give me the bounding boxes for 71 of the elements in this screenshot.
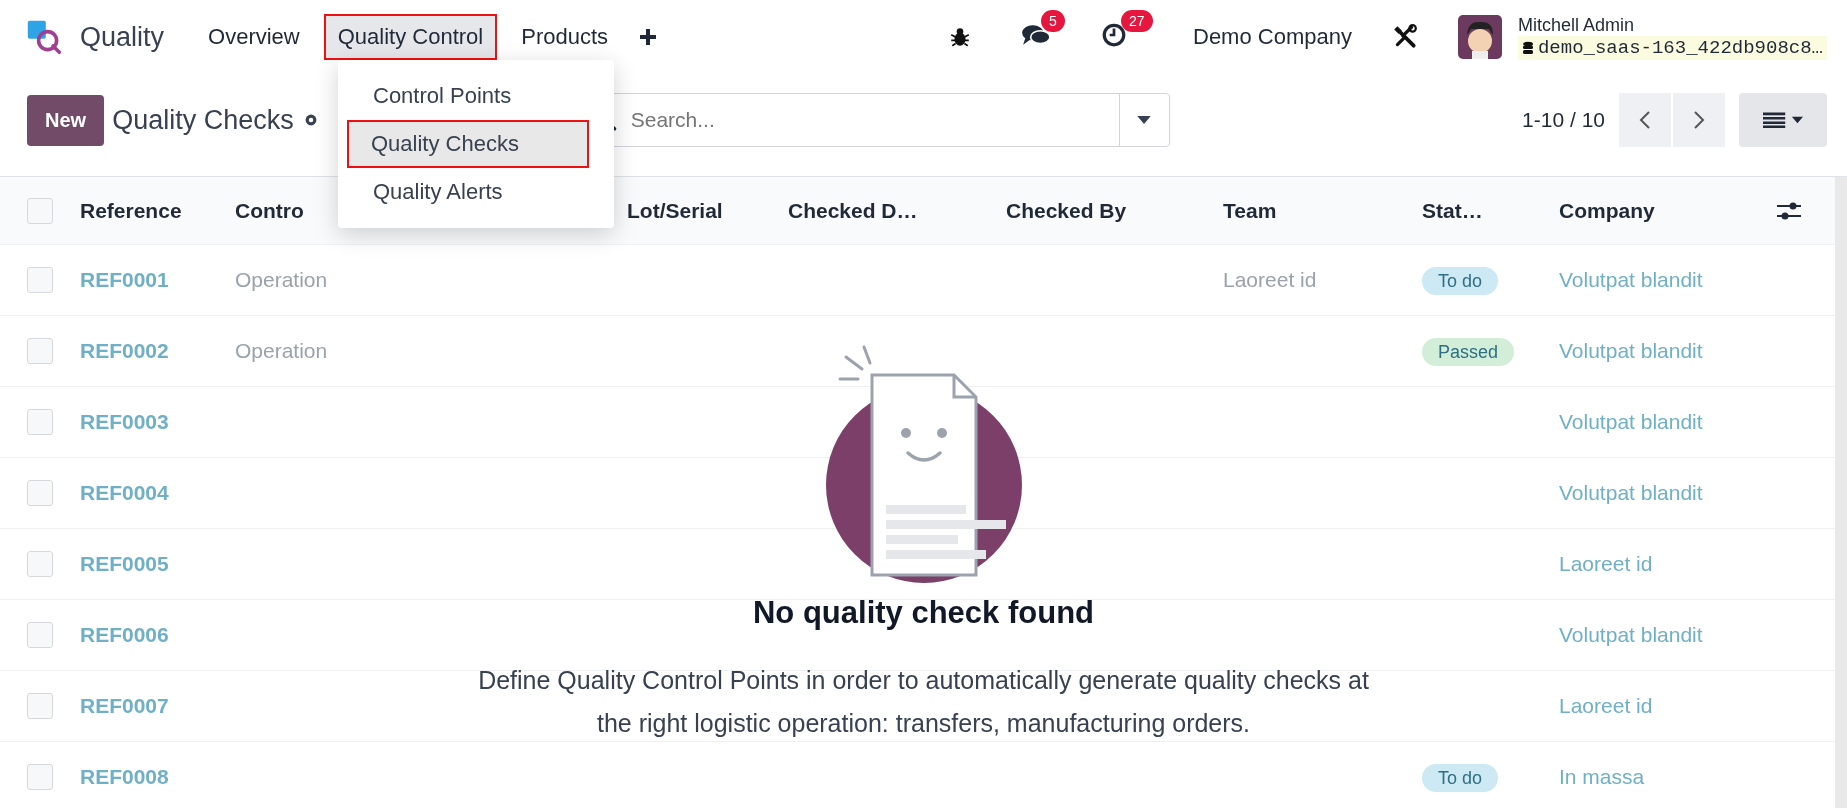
- status-tag: To do: [1422, 764, 1499, 792]
- user-avatar[interactable]: [1457, 15, 1502, 59]
- column-header[interactable]: Team: [1223, 198, 1422, 223]
- plus-icon[interactable]: [638, 27, 659, 47]
- scrollbar[interactable]: [1835, 177, 1847, 808]
- table-cell: Laoreet id: [1223, 268, 1317, 291]
- table-cell-text: Volutpat blandit: [1559, 339, 1704, 363]
- column-header[interactable]: Checked D…: [788, 198, 1006, 223]
- app-name[interactable]: Quality: [80, 21, 165, 53]
- column-settings-icon[interactable]: [1777, 200, 1801, 221]
- status-tag: Passed: [1422, 338, 1515, 366]
- table-cell-text: Volutpat blandit: [1559, 268, 1704, 292]
- next-page-button[interactable]: [1673, 93, 1725, 147]
- list-view-icon: [1763, 112, 1803, 128]
- menu-item[interactable]: Overview: [194, 14, 314, 60]
- table-cell-text: REF0001: [80, 268, 170, 292]
- row-checkbox[interactable]: [27, 409, 53, 435]
- dropdown-item[interactable]: Quality Alerts: [338, 168, 606, 216]
- new-button[interactable]: New: [27, 94, 105, 146]
- notification-badge: 5: [1041, 10, 1065, 32]
- column-header[interactable]: Company: [1559, 198, 1739, 223]
- column-header[interactable]: Checked By: [1006, 198, 1223, 223]
- table-cell-text: Volutpat blandit: [1559, 410, 1704, 434]
- row-checkbox[interactable]: [27, 693, 53, 719]
- table-cell-text: REF0008: [80, 765, 170, 789]
- table-cell-text: Laoreet id: [1559, 552, 1654, 576]
- table-cell: Operation: [235, 339, 328, 362]
- view-switcher-button[interactable]: [1739, 93, 1827, 147]
- company-switcher[interactable]: Demo Company: [1193, 24, 1352, 50]
- empty-state-description: Define Quality Control Points in order to automatically generate quality checks at the right logistic operation: transfers, manufacturing orders.: [477, 665, 1370, 739]
- clock-icon[interactable]: [1101, 22, 1127, 48]
- bug-icon[interactable]: [949, 26, 971, 48]
- column-header[interactable]: Stat…: [1422, 198, 1559, 223]
- column-header[interactable]: Lot/Serial: [627, 198, 788, 223]
- row-checkbox[interactable]: [27, 480, 53, 506]
- row-checkbox[interactable]: [27, 551, 53, 577]
- table-cell-text: Laoreet id: [1559, 694, 1654, 718]
- row-checkbox[interactable]: [27, 764, 53, 790]
- notification-badge: 27: [1121, 10, 1153, 32]
- breadcrumb-title: Quality Checks: [112, 104, 294, 136]
- dropdown-item[interactable]: Control Points: [338, 72, 606, 120]
- table-cell: Operation: [235, 268, 328, 291]
- table-cell-text: REF0007: [80, 694, 170, 718]
- dropdown-item[interactable]: Quality Checks: [347, 120, 589, 168]
- table-cell-text: In massa: [1559, 765, 1646, 789]
- chevron-left-icon: [1639, 109, 1651, 131]
- table-cell-text: REF0003: [80, 410, 170, 434]
- user-name[interactable]: Mitchell Admin: [1517, 14, 1827, 36]
- row-checkbox[interactable]: [27, 267, 53, 293]
- table-cell-text: Volutpat blandit: [1559, 623, 1704, 647]
- table-cell-text: REF0004: [80, 481, 170, 505]
- table-cell-text: REF0005: [80, 552, 170, 576]
- database-icon: [1521, 40, 1534, 55]
- menu-item[interactable]: Products: [507, 14, 623, 60]
- chevron-right-icon: [1693, 109, 1705, 131]
- table-cell-text: Volutpat blandit: [1559, 481, 1704, 505]
- status-tag: To do: [1422, 267, 1499, 295]
- previous-page-button[interactable]: [1619, 93, 1671, 147]
- column-header[interactable]: Reference: [80, 198, 235, 223]
- menu-item[interactable]: Quality Control: [323, 14, 498, 60]
- select-all-checkbox[interactable]: [27, 197, 53, 224]
- app-logo-icon[interactable]: [26, 19, 62, 55]
- pager-text: 1-10 / 10: [1522, 108, 1605, 132]
- row-checkbox[interactable]: [27, 338, 53, 364]
- caret-icon: [1137, 115, 1152, 125]
- database-text: demo_saas-163_422db908c8…: [1537, 36, 1823, 59]
- row-checkbox[interactable]: [27, 622, 53, 648]
- table-cell-text: REF0002: [80, 339, 170, 363]
- tools-icon[interactable]: [1391, 24, 1418, 50]
- table-cell-text: REF0006: [80, 623, 170, 647]
- empty-state-title: No quality check found: [753, 595, 1094, 631]
